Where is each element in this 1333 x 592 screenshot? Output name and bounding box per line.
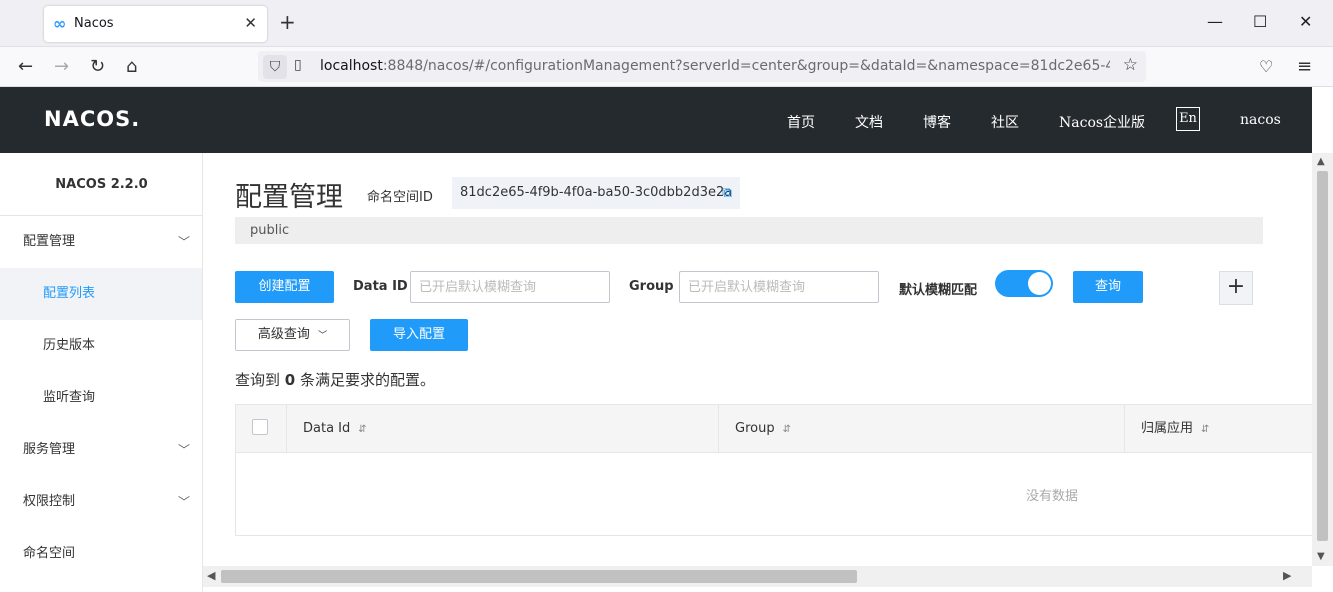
sort-icon[interactable]: ⇵: [783, 424, 791, 435]
data-id-label: Data ID: [353, 279, 408, 294]
scroll-left-icon[interactable]: ◀: [207, 569, 215, 582]
add-icon[interactable]: +: [1219, 271, 1253, 305]
fuzzy-match-label: 默认模糊匹配: [899, 283, 978, 298]
sidebar-item-label: 命名空间: [23, 546, 76, 561]
browser-tab-bar: ∞ Nacos ✕ + — ☐ ✕: [0, 0, 1333, 47]
nacos-favicon-icon: ∞: [53, 14, 67, 33]
config-table: Data Id ⇵ Group ⇵ 归属应用 ⇵ 没有数据: [235, 404, 1312, 536]
new-tab-icon[interactable]: +: [279, 12, 296, 32]
sidebar-item-config-management[interactable]: 配置管理 ﹀: [0, 216, 202, 268]
namespace-tab[interactable]: public: [235, 217, 1263, 244]
namespace-name: public: [250, 223, 290, 238]
empty-data-text: 没有数据: [1026, 489, 1079, 504]
nav-home[interactable]: 首页: [787, 112, 815, 132]
sidebar-item-namespace[interactable]: 命名空间: [0, 528, 202, 580]
close-tab-icon[interactable]: ✕: [244, 14, 257, 32]
version-label: NACOS 2.2.0: [55, 177, 148, 192]
nav-community[interactable]: 社区: [991, 112, 1019, 132]
sidebar-item-label: 配置列表: [43, 286, 96, 301]
reload-icon[interactable]: ↻: [90, 56, 105, 78]
bookmark-star-icon[interactable]: ☆: [1123, 55, 1138, 75]
create-config-button[interactable]: 创建配置: [235, 271, 334, 303]
sidebar-item-listener-query[interactable]: 监听查询: [0, 372, 202, 424]
sidebar-item-access-control[interactable]: 权限控制 ﹀: [0, 476, 202, 528]
address-bar[interactable]: ⛉ ▯ localhost:8848/nacos/#/configuration…: [258, 51, 1146, 82]
advanced-query-button[interactable]: 高级查询 ﹀: [235, 319, 350, 351]
horizontal-scroll-thumb[interactable]: [221, 570, 857, 583]
close-window-icon[interactable]: ✕: [1299, 12, 1312, 32]
column-app[interactable]: 归属应用 ⇵: [1124, 405, 1312, 453]
result-count: 0: [284, 371, 296, 389]
pocket-icon[interactable]: ♡: [1259, 56, 1273, 78]
nacos-logo[interactable]: NACOS.: [44, 107, 140, 131]
result-summary: 查询到 0 条满足要求的配置。: [235, 371, 436, 389]
home-icon[interactable]: ⌂: [126, 56, 137, 78]
nav-blog[interactable]: 博客: [923, 112, 951, 132]
main-content: 配置管理 命名空间ID 81dc2e65-4f9b-4f0a-ba50-3c0d…: [203, 153, 1312, 566]
forward-icon[interactable]: →: [54, 56, 69, 78]
minimize-icon[interactable]: —: [1207, 12, 1223, 32]
language-switch[interactable]: En: [1176, 107, 1200, 131]
chevron-down-icon: ﹀: [177, 235, 190, 249]
browser-nav-bar: ← → ↻ ⌂ ⛉ ▯ localhost:8848/nacos/#/confi…: [0, 47, 1333, 87]
sidebar-item-history[interactable]: 历史版本: [0, 320, 202, 372]
browser-tab[interactable]: ∞ Nacos ✕: [44, 6, 267, 42]
group-input[interactable]: [679, 271, 879, 303]
horizontal-scrollbar[interactable]: ◀ ▶: [203, 566, 1312, 587]
sidebar: NACOS 2.2.0 配置管理 ﹀ 配置列表 历史版本 监听查询 服务管理 ﹀…: [0, 153, 203, 592]
vertical-scroll-thumb[interactable]: [1317, 171, 1328, 541]
nav-docs[interactable]: 文档: [855, 112, 883, 132]
sort-icon[interactable]: ⇵: [1201, 424, 1209, 435]
scroll-down-icon[interactable]: ▼: [1317, 551, 1325, 562]
chevron-down-icon: ﹀: [177, 443, 190, 457]
user-name[interactable]: nacos: [1240, 112, 1281, 128]
sidebar-item-label: 服务管理: [23, 442, 76, 457]
namespace-id-value: 81dc2e65-4f9b-4f0a-ba50-3c0dbb2d3e2a ⧉: [452, 177, 740, 209]
back-icon[interactable]: ←: [18, 56, 33, 78]
nav-enterprise[interactable]: Nacos企业版: [1059, 112, 1145, 132]
query-button[interactable]: 查询: [1073, 271, 1143, 303]
tab-title: Nacos: [74, 16, 114, 31]
app-header: NACOS. 首页 文档 博客 社区 Nacos企业版 En nacos: [0, 87, 1312, 153]
sort-icon[interactable]: ⇵: [358, 424, 366, 435]
sidebar-item-label: 监听查询: [43, 390, 96, 405]
shield-icon[interactable]: ⛉: [263, 55, 287, 79]
maximize-icon[interactable]: ☐: [1253, 12, 1267, 32]
menu-icon[interactable]: ≡: [1297, 56, 1312, 78]
scroll-right-icon[interactable]: ▶: [1283, 569, 1291, 582]
namespace-id-text: 81dc2e65-4f9b-4f0a-ba50-3c0dbb2d3e2a: [460, 185, 733, 200]
column-data-id[interactable]: Data Id ⇵: [286, 405, 718, 453]
vertical-scrollbar[interactable]: ▲ ▼: [1312, 153, 1333, 566]
scroll-up-icon[interactable]: ▲: [1317, 156, 1325, 167]
import-config-button[interactable]: 导入配置: [370, 319, 468, 351]
copy-icon[interactable]: ⧉: [722, 177, 732, 209]
chevron-down-icon: ﹀: [177, 495, 190, 509]
chevron-down-icon: ﹀: [318, 331, 328, 341]
data-id-input[interactable]: [410, 271, 610, 303]
sidebar-item-label: 历史版本: [43, 338, 96, 353]
namespace-id-label: 命名空间ID: [367, 190, 433, 205]
sidebar-item-label: 配置管理: [23, 234, 76, 249]
select-all-checkbox[interactable]: [252, 419, 268, 435]
advanced-query-label: 高级查询: [257, 327, 310, 342]
column-group[interactable]: Group ⇵: [718, 405, 1124, 453]
page-icon: ▯: [294, 57, 302, 73]
sidebar-item-service-management[interactable]: 服务管理 ﹀: [0, 424, 202, 476]
url-text[interactable]: localhost:8848/nacos/#/configurationMana…: [320, 58, 1110, 74]
toggle-knob: [1028, 272, 1051, 295]
fuzzy-match-toggle[interactable]: [995, 270, 1053, 297]
page-title: 配置管理: [235, 182, 343, 213]
group-label: Group: [629, 279, 674, 294]
sidebar-item-label: 权限控制: [23, 494, 76, 509]
table-header: Data Id ⇵ Group ⇵ 归属应用 ⇵: [236, 405, 1312, 453]
sidebar-item-config-list[interactable]: 配置列表: [0, 268, 202, 320]
